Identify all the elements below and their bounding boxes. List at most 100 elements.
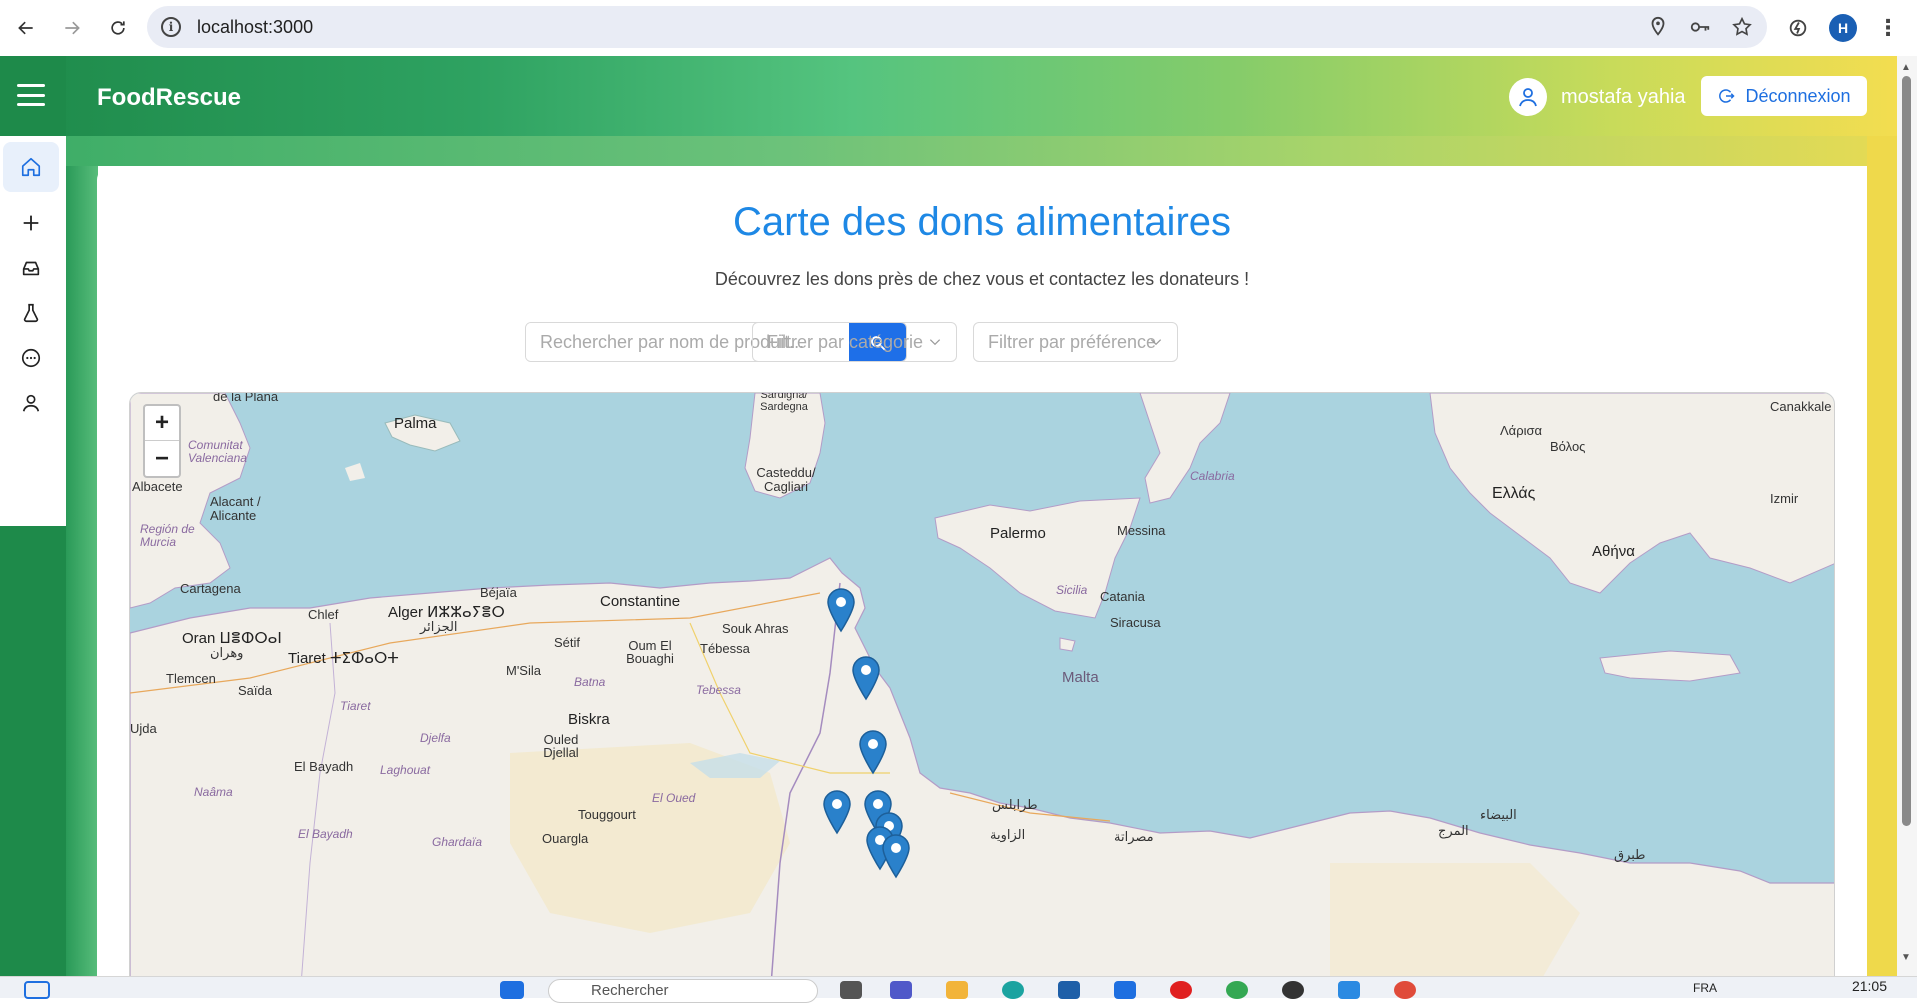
task-view-icon[interactable] [840, 981, 862, 999]
sidebar-item-profile[interactable] [3, 378, 59, 428]
app2-icon[interactable] [1282, 981, 1304, 999]
sidebar-item-add[interactable] [3, 198, 59, 248]
key-icon[interactable] [1689, 16, 1711, 38]
menu-toggle-icon[interactable] [17, 84, 45, 106]
location-pin-icon[interactable] [1647, 16, 1669, 38]
map-label: Tlemcen [166, 671, 216, 686]
map-label: Λάρισα [1500, 423, 1543, 438]
url-text: localhost:3000 [197, 16, 314, 37]
back-button[interactable] [6, 8, 46, 48]
map-label: Djelfa [420, 731, 451, 745]
map-label: مصراتة [1114, 829, 1154, 844]
map-label: Izmir [1770, 491, 1799, 506]
reload-icon [111, 21, 125, 35]
map-label: Constantine [600, 593, 681, 610]
map-label: Sicilia [1056, 583, 1088, 597]
address-bar[interactable]: i localhost:3000 [147, 6, 1767, 48]
vscode-icon[interactable] [1338, 981, 1360, 999]
app-icon[interactable] [1114, 981, 1136, 999]
performance-icon[interactable] [1787, 17, 1809, 39]
taskbar-clock[interactable]: 21:05 [1852, 978, 1887, 994]
logout-button[interactable]: Déconnexion [1701, 76, 1867, 116]
sidebar-nav [0, 136, 66, 526]
donation-marker[interactable] [826, 587, 856, 633]
file-explorer-icon[interactable] [946, 981, 968, 999]
preference-select[interactable]: Filtrer par préférence [973, 322, 1178, 362]
sidebar-item-home[interactable] [3, 142, 59, 192]
map-label: Siracusa [1110, 615, 1161, 630]
donation-marker[interactable] [822, 789, 852, 835]
map-label: Comunitat Valenciana [188, 438, 247, 465]
user-avatar[interactable] [1509, 78, 1547, 116]
sidebar-item-lab[interactable] [3, 288, 59, 338]
teams-icon[interactable] [890, 981, 912, 999]
donation-marker[interactable] [881, 833, 911, 879]
edge-icon[interactable] [1002, 981, 1024, 999]
reload-button[interactable] [98, 8, 138, 48]
zoom-control: + − [143, 404, 181, 478]
scroll-down-icon[interactable]: ▼ [1901, 952, 1911, 963]
map-label: Αθήνα [1592, 543, 1635, 560]
map-label: Ouargla [542, 831, 589, 846]
chrome-icon[interactable] [1226, 981, 1248, 999]
preference-placeholder: Filtrer par préférence [988, 331, 1157, 352]
sidebar-item-inbox[interactable] [3, 243, 59, 293]
category-select[interactable]: Filtrer par catégorie [752, 322, 957, 362]
donation-marker[interactable] [858, 729, 888, 775]
map-tiles [130, 393, 1834, 997]
user-icon [22, 394, 40, 412]
map-label: Chlef [308, 607, 339, 622]
windows-start-icon[interactable] [500, 981, 524, 999]
page-scrollbar[interactable]: ▲ ▼ [1897, 56, 1917, 998]
map-label: Βόλος [1550, 439, 1586, 454]
chat-icon [21, 348, 41, 368]
zoom-out-button[interactable]: − [145, 441, 179, 476]
map-label: طرابلس [992, 797, 1038, 812]
map-label: Saïda [238, 683, 272, 698]
widgets-icon[interactable] [24, 981, 50, 999]
donation-marker[interactable] [851, 655, 881, 701]
store-icon[interactable] [1058, 981, 1080, 999]
header-gradient-strip [66, 136, 1867, 166]
zoom-in-button[interactable]: + [145, 406, 179, 441]
scroll-up-icon[interactable]: ▲ [1901, 62, 1911, 73]
browser-menu-icon[interactable]: ⋮ [1877, 15, 1899, 41]
brand-logo[interactable]: FoodRescue [97, 84, 241, 112]
chrome-active-icon[interactable] [1394, 981, 1416, 999]
map-label: Sardigna/ Sardegna [760, 392, 808, 413]
browser-toolbar: i localhost:3000 H ⋮ [0, 0, 1917, 56]
map-label: Naâma [194, 785, 233, 799]
taskbar-search[interactable]: Rechercher [548, 979, 818, 1003]
map-label: Souk Ahras [722, 621, 789, 636]
map-label: Messina [1117, 523, 1166, 538]
flask-icon [23, 303, 39, 323]
map-label: Canakkale [1770, 399, 1832, 414]
map-label: Tiaret [340, 699, 371, 713]
taskbar-search-label: Rechercher [591, 982, 669, 999]
map-label: البيضاء [1480, 807, 1517, 822]
category-placeholder: Filtrer par catégorie [767, 331, 924, 352]
inbox-icon [22, 261, 40, 276]
forward-button[interactable] [52, 8, 92, 48]
right-gradient [1867, 136, 1897, 998]
map-label: وهران [210, 645, 244, 660]
map-label: Alacant / Alicante [210, 494, 261, 523]
donation-map[interactable]: + − de la Plana Palma Sardigna/ Sardegna… [129, 392, 1835, 998]
map-label: Albacete [132, 479, 183, 494]
map-label: الجزائر [420, 619, 458, 634]
map-label: Calabria [1190, 469, 1235, 483]
map-label: Ghardaïa [432, 835, 483, 849]
scrollbar-thumb[interactable] [1902, 76, 1911, 826]
opera-icon[interactable] [1170, 981, 1192, 999]
star-icon[interactable] [1731, 16, 1753, 38]
page-title: Carte des dons alimentaires [732, 200, 1232, 244]
map-label: El Oued [652, 791, 696, 805]
input-language[interactable]: FRA [1693, 981, 1717, 995]
map-label: Sétif [554, 635, 581, 650]
main-card: Carte des dons alimentaires Découvrez le… [97, 166, 1867, 998]
map-label: Oum El Bouaghi [626, 638, 674, 666]
map-label: طبرق [1614, 847, 1646, 862]
sidebar-item-messages[interactable] [3, 333, 59, 383]
site-info-icon[interactable]: i [161, 17, 181, 37]
profile-avatar[interactable]: H [1829, 14, 1857, 42]
